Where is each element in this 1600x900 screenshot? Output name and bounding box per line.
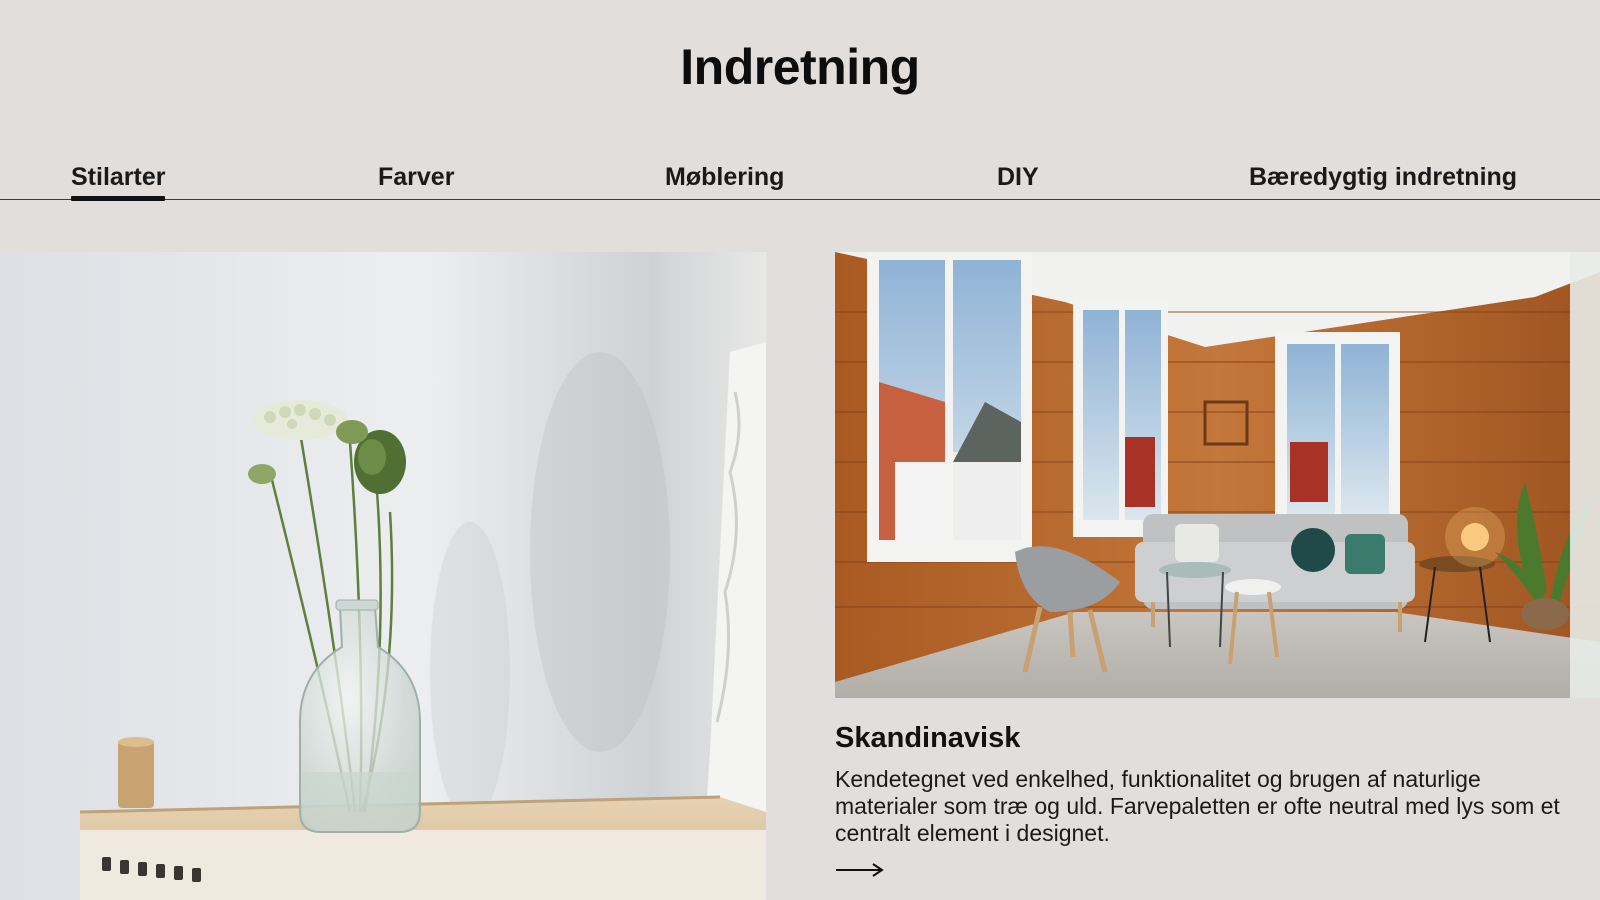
tab-diy[interactable]: DIY — [997, 163, 1039, 192]
tab-moblering[interactable]: Møblering — [665, 163, 784, 192]
card-image-living-room[interactable] — [835, 252, 1600, 698]
hero-image-vase — [0, 252, 766, 900]
card-title[interactable]: Skandinavisk — [835, 722, 1020, 755]
tab-stilarter[interactable]: Stilarter — [71, 163, 166, 201]
page-title: Indretning — [680, 39, 920, 95]
category-tabs: Stilarter Farver Møblering DIY Bæredygti… — [0, 158, 1600, 201]
arrow-right-icon[interactable] — [835, 860, 885, 880]
tab-baeredygtig-indretning[interactable]: Bæredygtig indretning — [1249, 163, 1517, 192]
tab-farver[interactable]: Farver — [378, 163, 454, 192]
card-description: Kendetegnet ved enkelhed, funktionalitet… — [835, 766, 1560, 846]
page: Indretning Stilarter Farver Møblering DI… — [0, 0, 1600, 900]
